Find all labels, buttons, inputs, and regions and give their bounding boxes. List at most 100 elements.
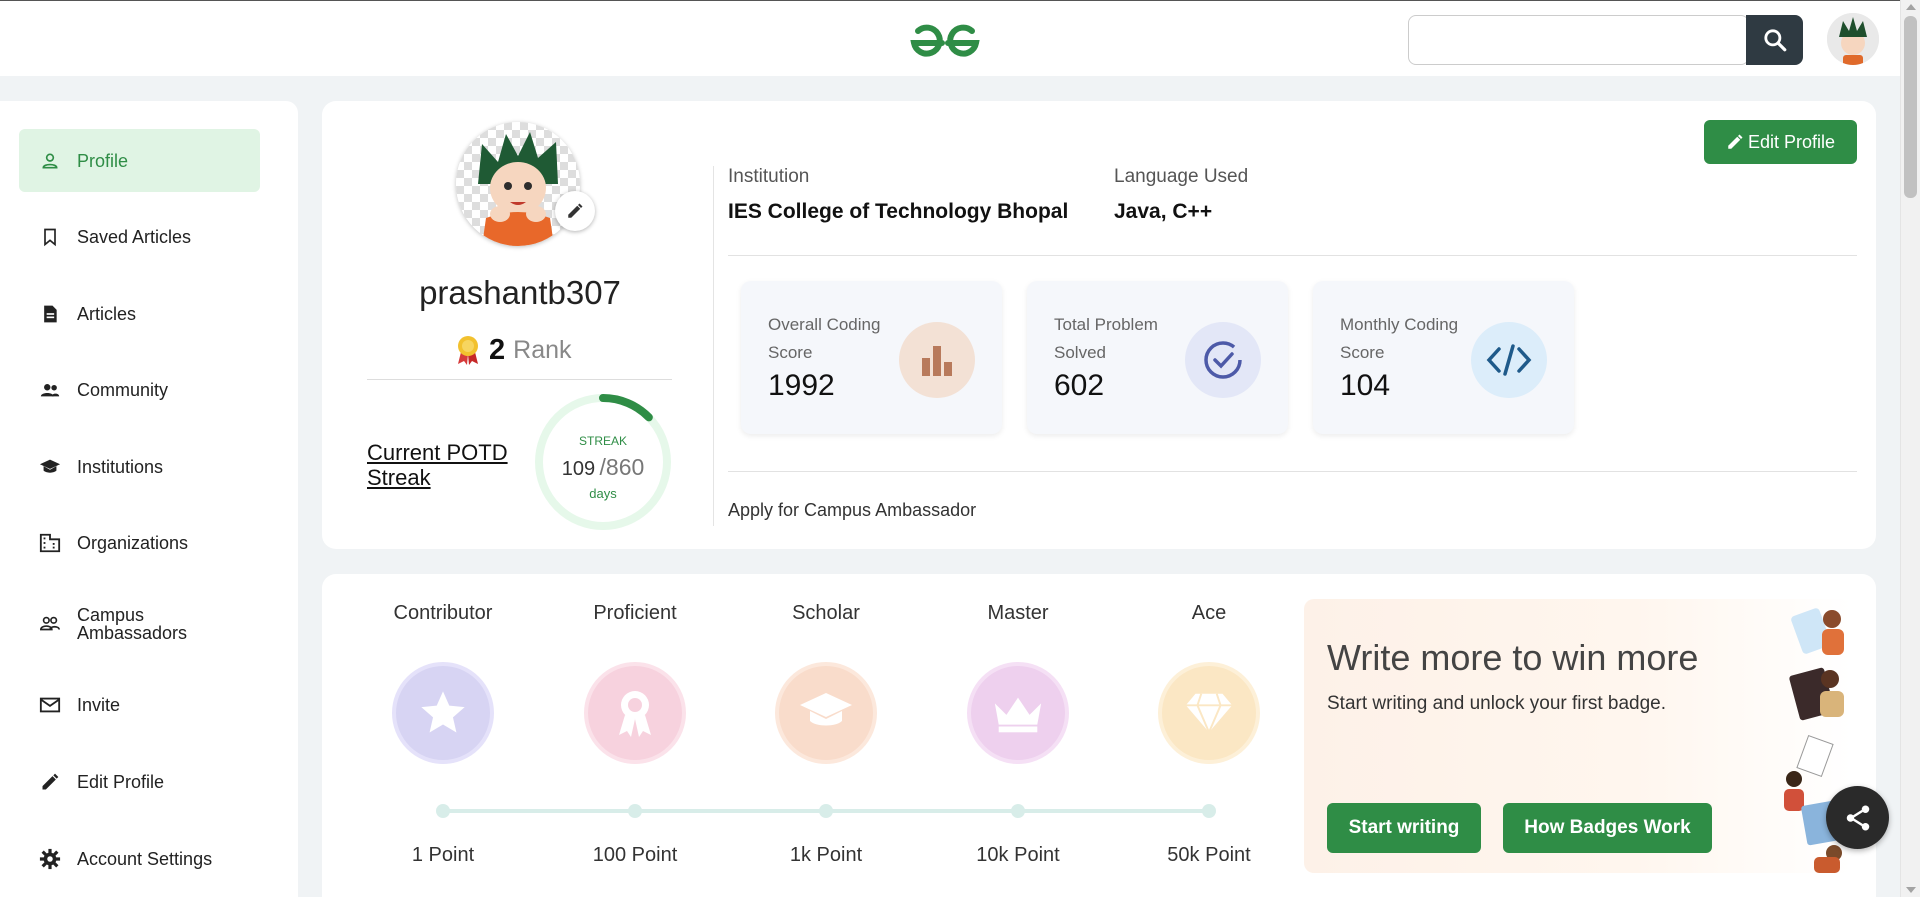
badge-points: 1k Point bbox=[789, 844, 863, 866]
stat-value: 104 bbox=[1340, 369, 1391, 402]
gfg-logo[interactable] bbox=[906, 21, 984, 61]
divider bbox=[728, 255, 1857, 256]
check-circle-icon bbox=[1185, 322, 1261, 398]
sidebar-item-organizations[interactable]: Organizations bbox=[19, 511, 260, 574]
page-scrollbar[interactable] bbox=[1900, 0, 1920, 897]
badge-scholar[interactable] bbox=[775, 662, 877, 764]
streak-value: 109 /860 bbox=[543, 454, 663, 481]
stat-card-problems-solved: Total Problem Solved 602 bbox=[1027, 281, 1288, 434]
badge-points: 10k Point bbox=[976, 844, 1060, 866]
avatar-image bbox=[1827, 13, 1879, 65]
stat-card-overall-score: Overall Coding Score 1992 bbox=[741, 281, 1002, 434]
badge-title: Master bbox=[987, 602, 1049, 624]
share-button[interactable] bbox=[1826, 786, 1889, 849]
rank-row: 2 Rank bbox=[455, 332, 572, 368]
badge-proficient[interactable] bbox=[584, 662, 686, 764]
badge-title: Scholar bbox=[792, 602, 860, 624]
diamond-icon bbox=[1185, 693, 1233, 735]
streak-current: 109 bbox=[561, 458, 596, 480]
document-icon bbox=[39, 303, 61, 325]
divider bbox=[728, 471, 1857, 472]
badge-progress-dot bbox=[1011, 804, 1025, 818]
write-promo-panel: Write more to win more Start writing and… bbox=[1304, 599, 1852, 873]
badge-master[interactable] bbox=[967, 662, 1069, 764]
sidebar-item-invite[interactable]: Invite bbox=[19, 673, 260, 736]
rank-number: 2 bbox=[489, 333, 506, 366]
pencil-icon bbox=[568, 203, 583, 218]
badge-points: 1 Point bbox=[411, 844, 475, 866]
scroll-up-arrow-icon[interactable] bbox=[1906, 4, 1916, 10]
group-icon bbox=[39, 379, 61, 401]
sidebar-item-account-settings[interactable]: Account Settings bbox=[19, 827, 260, 890]
sidebar-item-label: Profile bbox=[77, 150, 129, 171]
sidebar-item-label: Invite bbox=[77, 694, 121, 715]
search-button[interactable] bbox=[1746, 15, 1803, 65]
search-icon bbox=[1763, 29, 1786, 52]
sidebar-item-saved-articles[interactable]: Saved Articles bbox=[19, 205, 260, 268]
pencil-icon bbox=[39, 771, 61, 793]
sidebar-item-label: Campus Ambassadors bbox=[77, 604, 188, 643]
sidebar-item-edit-profile[interactable]: Edit Profile bbox=[19, 750, 260, 813]
people-outline-icon bbox=[39, 613, 61, 635]
school-icon bbox=[39, 456, 61, 478]
scroll-down-arrow-icon[interactable] bbox=[1906, 887, 1916, 893]
user-avatar[interactable] bbox=[1827, 13, 1879, 65]
sidebar-item-label: Community bbox=[77, 379, 169, 400]
badge-title: Ace bbox=[1191, 602, 1227, 624]
stat-label: Overall Coding Score bbox=[768, 315, 881, 362]
sidebar-item-articles[interactable]: Articles bbox=[19, 282, 260, 345]
sidebar-item-label: Saved Articles bbox=[77, 226, 192, 247]
scroll-thumb[interactable] bbox=[1904, 16, 1917, 198]
star-icon bbox=[421, 691, 465, 733]
badge-title: Proficient bbox=[593, 602, 677, 624]
badge-ace[interactable] bbox=[1158, 662, 1260, 764]
bookmark-icon bbox=[39, 226, 61, 248]
sidebar-item-institutions[interactable]: Institutions bbox=[19, 435, 260, 498]
language-value: Java, C++ bbox=[1114, 200, 1213, 223]
ribbon-icon bbox=[619, 691, 651, 737]
edit-avatar-button[interactable] bbox=[555, 191, 595, 231]
medal-icon bbox=[458, 336, 478, 365]
promo-subtitle: Start writing and unlock your first badg… bbox=[1327, 693, 1667, 714]
sidebar-item-label: Institutions bbox=[77, 456, 164, 477]
profile-username: prashantb307 bbox=[419, 274, 621, 311]
edit-profile-button[interactable]: Edit Profile bbox=[1704, 120, 1857, 164]
institution-value[interactable]: IES College of Technology Bhopal bbox=[728, 200, 1068, 224]
divider bbox=[367, 379, 672, 380]
stat-value: 602 bbox=[1054, 369, 1105, 402]
sidebar-item-label: Articles bbox=[77, 303, 137, 324]
streak-total: /860 bbox=[599, 454, 645, 480]
vertical-divider bbox=[713, 166, 714, 526]
stat-label: Total Problem Solved bbox=[1054, 315, 1158, 362]
sidebar-item-campus-ambassadors[interactable]: Campus Ambassadors bbox=[19, 592, 260, 655]
how-badges-work-button[interactable]: How Badges Work bbox=[1503, 803, 1712, 853]
sidebar-item-profile[interactable]: Profile bbox=[19, 129, 260, 192]
top-header bbox=[0, 0, 1900, 76]
building-icon bbox=[39, 532, 61, 554]
stat-value: 1992 bbox=[768, 369, 835, 402]
sidebar-item-community[interactable]: Community bbox=[19, 358, 260, 421]
rank-label: Rank bbox=[513, 335, 572, 364]
graduation-cap-icon bbox=[800, 693, 852, 726]
sidebar-item-label: Account Settings bbox=[77, 848, 213, 869]
mail-icon bbox=[39, 694, 61, 716]
potd-streak-link[interactable]: Current POTD Streak bbox=[367, 440, 517, 490]
campus-ambassador-link[interactable]: Apply for Campus Ambassador bbox=[728, 500, 976, 521]
code-icon bbox=[1471, 322, 1547, 398]
institution-label: Institution bbox=[728, 166, 810, 187]
edit-profile-label: Edit Profile bbox=[1747, 131, 1836, 152]
start-writing-button[interactable]: Start writing bbox=[1327, 803, 1481, 853]
badge-progress-dot bbox=[819, 804, 833, 818]
stat-label: Monthly Coding Score bbox=[1340, 315, 1459, 362]
bar-chart-icon bbox=[899, 322, 975, 398]
sidebar-item-label: Edit Profile bbox=[77, 771, 165, 792]
badge-contributor[interactable] bbox=[392, 662, 494, 764]
language-label: Language Used bbox=[1114, 166, 1249, 187]
gear-icon bbox=[39, 848, 61, 870]
sidebar-item-label: Organizations bbox=[77, 532, 189, 553]
search-input[interactable] bbox=[1409, 16, 1748, 64]
badge-title: Contributor bbox=[393, 602, 493, 624]
search-box[interactable] bbox=[1408, 15, 1749, 65]
streak-label: STREAK bbox=[578, 434, 627, 448]
badge-points: 50k Point bbox=[1167, 844, 1251, 866]
